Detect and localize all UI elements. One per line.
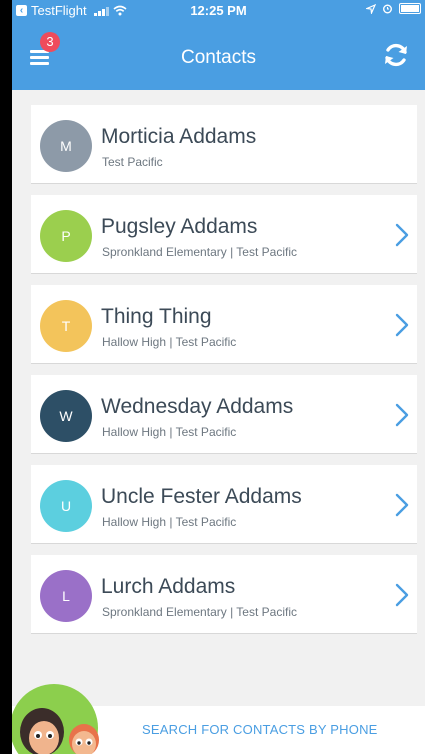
chevron-right-icon[interactable] <box>395 583 409 607</box>
contact-card[interactable]: L Lurch Addams Spronkland Elementary | Tes… <box>31 555 417 634</box>
avatar: U <box>40 480 92 532</box>
page-title: Contacts <box>181 47 256 68</box>
contact-card[interactable]: W Wednesday Addams Hallow High | Test Paci… <box>31 375 417 454</box>
app-screen: ‹ TestFlight 12:25 PM 3 Contacts M Morti… <box>12 0 425 754</box>
avatar: L <box>40 570 92 622</box>
contact-name: Pugsley Addams <box>101 215 258 238</box>
contact-card[interactable]: M Morticia Addams Test Pacific <box>31 105 417 184</box>
nav-header: 3 Contacts <box>12 22 425 90</box>
contact-name: Thing Thing <box>101 305 212 328</box>
contact-affiliation: Spronkland Elementary | Test Pacific <box>102 605 297 619</box>
alarm-icon <box>383 4 392 14</box>
chevron-right-icon[interactable] <box>395 223 409 247</box>
chevron-right-icon[interactable] <box>395 403 409 427</box>
avatar: P <box>40 210 92 262</box>
battery-icon <box>399 3 421 14</box>
contact-affiliation: Test Pacific <box>102 155 163 169</box>
refresh-button[interactable] <box>381 40 411 70</box>
chevron-right-icon[interactable] <box>395 313 409 337</box>
avatar: M <box>40 120 92 172</box>
contact-affiliation: Hallow High | Test Pacific <box>102 425 237 439</box>
location-icon <box>366 3 376 14</box>
status-bar: ‹ TestFlight 12:25 PM <box>12 0 425 22</box>
contact-affiliation: Hallow High | Test Pacific <box>102 335 237 349</box>
contact-card[interactable]: T Thing Thing Hallow High | Test Pacific <box>31 285 417 364</box>
contact-card[interactable]: P Pugsley Addams Spronkland Elementary | T… <box>31 195 417 274</box>
contact-affiliation: Spronkland Elementary | Test Pacific <box>102 245 297 259</box>
search-by-phone-link[interactable]: SEARCH FOR CONTACTS BY PHONE <box>142 722 378 737</box>
contact-name: Lurch Addams <box>101 575 236 598</box>
contact-affiliation: Hallow High | Test Pacific <box>102 515 237 529</box>
contact-card[interactable]: U Uncle Fester Addams Hallow High | Test P… <box>31 465 417 544</box>
contact-list: M Morticia Addams Test Pacific P Pugsley Add… <box>31 105 417 645</box>
kids-mascot-illustration <box>12 684 99 754</box>
contact-name: Wednesday Addams <box>101 395 294 418</box>
status-right <box>366 3 421 14</box>
avatar: T <box>40 300 92 352</box>
status-time: 12:25 PM <box>190 3 247 18</box>
contact-name: Morticia Addams <box>101 125 257 148</box>
avatar: W <box>40 390 92 442</box>
chevron-right-icon[interactable] <box>395 493 409 517</box>
refresh-icon <box>385 43 407 67</box>
contact-name: Uncle Fester Addams <box>101 485 302 508</box>
